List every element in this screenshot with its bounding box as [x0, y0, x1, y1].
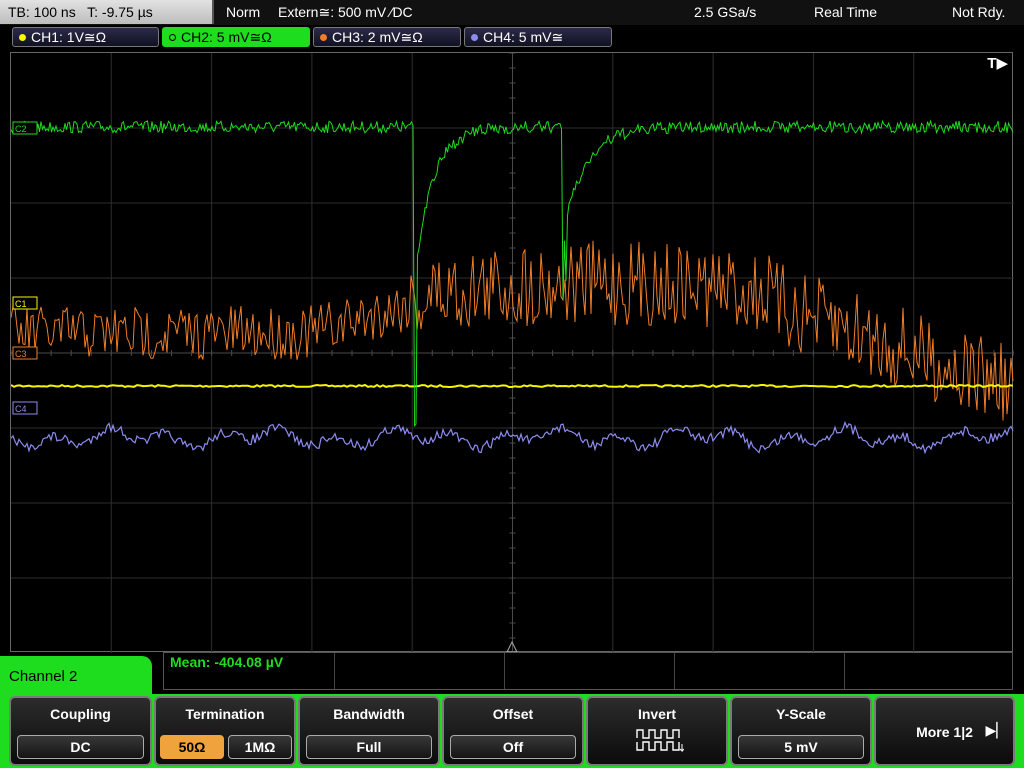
- trigger-indicator-icon: T▶: [987, 55, 1008, 72]
- termination-1mohm-option[interactable]: 1MΩ: [228, 735, 292, 759]
- termination-softkey[interactable]: Termination 50Ω 1MΩ: [154, 696, 296, 766]
- coupling-value[interactable]: DC: [17, 735, 144, 759]
- divider: [844, 653, 845, 689]
- waveform-display[interactable]: C1 C2 C3 C4 T▶: [10, 52, 1014, 653]
- invert-softkey[interactable]: Invert: [586, 696, 728, 766]
- offset-title: Offset: [492, 706, 534, 722]
- waveform-canvas[interactable]: C1 C2 C3 C4: [11, 53, 1014, 653]
- coupling-softkey[interactable]: Coupling DC: [9, 696, 152, 766]
- bandwidth-softkey[interactable]: Bandwidth Full: [298, 696, 440, 766]
- mean-measurement: Mean: -404.08 µV: [170, 654, 284, 670]
- tab-ch2[interactable]: CH2: 5 mV≅Ω: [162, 27, 310, 47]
- timebase-box[interactable]: TB: 100 ns T: -9.75 µs: [0, 0, 214, 24]
- tab-ch4[interactable]: CH4: 5 mV≅: [464, 27, 612, 47]
- ch4-dot-icon: [471, 34, 478, 41]
- ch1-marker-label: C1: [15, 299, 27, 309]
- yscale-title: Y-Scale: [776, 706, 826, 722]
- divider: [504, 653, 505, 689]
- channel-bar: CH1: 1V≅Ω CH2: 5 mV≅Ω CH3: 2 mV≅Ω CH4: 5…: [0, 25, 1024, 49]
- acquisition-mode: Real Time: [814, 4, 878, 20]
- bandwidth-title: Bandwidth: [333, 706, 405, 722]
- sample-rate: 2.5 GSa/s: [694, 4, 757, 20]
- ch4-marker[interactable]: C4: [12, 401, 38, 415]
- ch1-label: CH1: 1V≅Ω: [31, 29, 107, 45]
- termination-50ohm-option[interactable]: 50Ω: [160, 735, 224, 759]
- ch2-label: CH2: 5 mV≅Ω: [181, 29, 272, 45]
- offset-value[interactable]: Off: [450, 735, 576, 759]
- trigger-time-label: T: -9.75 µs: [87, 4, 153, 20]
- coupling-title: Coupling: [50, 706, 111, 722]
- more-softkey[interactable]: More 1|2 ▶▏: [874, 696, 1015, 766]
- ch4-label: CH4: 5 mV≅: [483, 29, 564, 45]
- acquisition-state: Not Rdy.: [952, 4, 1006, 20]
- ch2-marker[interactable]: C2: [12, 121, 38, 135]
- tab-ch1[interactable]: CH1: 1V≅Ω: [12, 27, 159, 47]
- next-page-icon: ▶▏: [985, 722, 1007, 738]
- yscale-value[interactable]: 5 mV: [738, 735, 864, 759]
- ch4-marker-label: C4: [15, 404, 27, 414]
- ch2-dot-icon: [169, 34, 176, 41]
- termination-title: Termination: [185, 706, 265, 722]
- invert-square-wave-icon: [636, 729, 684, 753]
- offset-softkey[interactable]: Offset Off: [442, 696, 584, 766]
- graticule: [11, 53, 1014, 653]
- ch3-marker[interactable]: C3: [12, 346, 38, 360]
- bandwidth-value[interactable]: Full: [306, 735, 432, 759]
- ch3-dot-icon: [320, 34, 327, 41]
- timebase-label: TB: 100 ns: [8, 4, 76, 20]
- yscale-softkey[interactable]: Y-Scale 5 mV: [730, 696, 872, 766]
- tab-ch3[interactable]: CH3: 2 mV≅Ω: [313, 27, 461, 47]
- softkey-menu: Coupling DC Termination 50Ω 1MΩ Bandwidt…: [0, 694, 1024, 768]
- invert-title: Invert: [637, 706, 677, 722]
- divider: [334, 653, 335, 689]
- trigger-mode[interactable]: Norm: [226, 0, 260, 24]
- ch3-label: CH3: 2 mV≅Ω: [332, 29, 423, 45]
- trigger-source[interactable]: Extern≅: 500 mV ∕DC: [278, 0, 413, 24]
- ch1-marker[interactable]: C1: [12, 296, 38, 310]
- ch1-dot-icon: [19, 34, 26, 41]
- status-bar: TB: 100 ns T: -9.75 µs Norm Extern≅: 500…: [0, 0, 1024, 25]
- divider: [674, 653, 675, 689]
- measurement-bar: Mean: -404.08 µV: [163, 652, 1013, 690]
- ch2-marker-label: C2: [15, 124, 27, 134]
- ch3-marker-label: C3: [15, 349, 27, 359]
